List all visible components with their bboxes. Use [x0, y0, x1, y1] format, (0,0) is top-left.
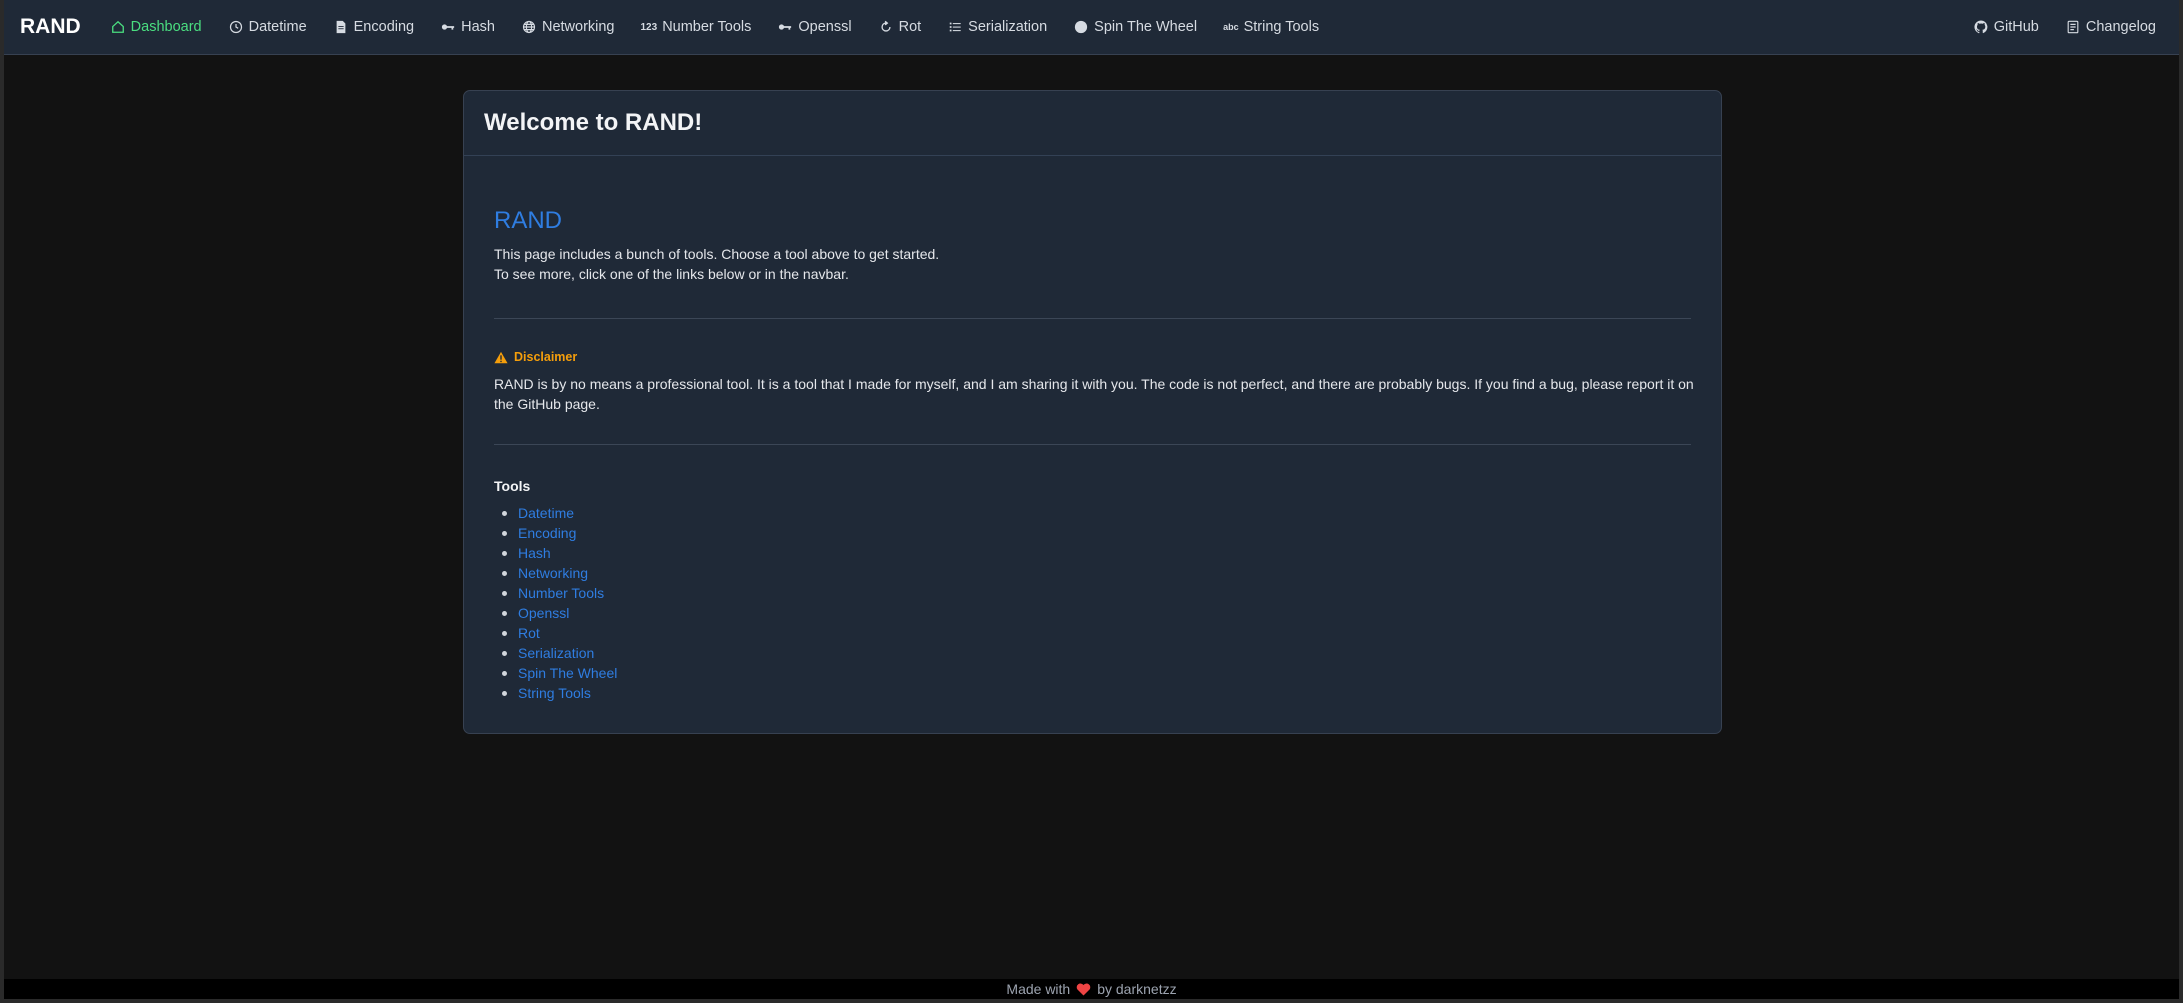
nav-item-hash[interactable]: Hash	[427, 0, 508, 55]
tool-link-serialization[interactable]: Serialization	[518, 645, 594, 661]
home-icon	[110, 19, 126, 35]
bullet	[502, 551, 507, 556]
bullet	[502, 531, 507, 536]
footer-prefix: Made with	[1006, 981, 1071, 997]
list-item: Serialization	[494, 643, 1691, 663]
list-icon	[947, 19, 963, 35]
nav-item-label: Serialization	[968, 19, 1048, 35]
tool-link-number-tools[interactable]: Number Tools	[518, 585, 604, 601]
brand-logo[interactable]: RAND	[20, 15, 81, 39]
nav-item-label: String Tools	[1243, 19, 1320, 35]
list-item: String Tools	[494, 683, 1691, 703]
tool-link-openssl[interactable]: Openssl	[518, 605, 569, 621]
tool-link-hash[interactable]: Hash	[518, 545, 551, 561]
nav-right: GitHub Changelog	[1960, 0, 2169, 55]
nav-item-label: Changelog	[2085, 19, 2156, 35]
nav-item-rot[interactable]: Rot	[865, 0, 935, 55]
tools-heading: Tools	[494, 478, 531, 494]
globe-icon	[521, 19, 537, 35]
nav-item-spin-the-wheel[interactable]: Spin The Wheel	[1060, 0, 1210, 55]
tool-link-rot[interactable]: Rot	[518, 625, 540, 641]
nav-item-label: Openssl	[798, 19, 852, 35]
welcome-card: Welcome to RAND! RAND This page includes…	[463, 90, 1722, 734]
github-icon	[1973, 19, 1989, 35]
footer: Made with by darknetzz	[4, 979, 2179, 999]
tool-link-networking[interactable]: Networking	[518, 565, 588, 581]
divider	[494, 444, 1691, 445]
clock-icon	[228, 19, 244, 35]
disclaimer-text: RAND is by no means a professional tool.…	[494, 376, 1694, 412]
bullet	[502, 651, 507, 656]
list-item: Datetime	[494, 503, 1691, 523]
navbar: RAND Dashboard Datetime Encoding Hash Ne…	[4, 0, 2179, 55]
nav-item-label: Networking	[541, 19, 615, 35]
nav-item-label: Number Tools	[662, 19, 752, 35]
nav-item-serialization[interactable]: Serialization	[934, 0, 1060, 55]
nav-item-label: GitHub	[1993, 19, 2039, 35]
warning-icon	[494, 351, 508, 363]
list-item: Number Tools	[494, 583, 1691, 603]
changelog-icon	[2065, 19, 2081, 35]
nav-item-changelog[interactable]: Changelog	[2052, 0, 2169, 55]
rotate-icon	[878, 19, 894, 35]
footer-suffix: by darknetzz	[1097, 981, 1177, 997]
disclaimer-heading: Disclaimer	[494, 350, 1691, 364]
nav-item-label: Rot	[898, 19, 922, 35]
heart-icon	[1076, 981, 1091, 998]
tools-list: Datetime Encoding Hash Networking Number…	[494, 503, 1691, 703]
nav-left: Dashboard Datetime Encoding Hash Network…	[97, 0, 1332, 55]
bullet	[502, 611, 507, 616]
nav-item-github[interactable]: GitHub	[1960, 0, 2052, 55]
bullet	[502, 591, 507, 596]
abc-icon: abc	[1223, 22, 1239, 32]
nav-item-label: Datetime	[248, 19, 307, 35]
rand-heading: RAND	[494, 207, 563, 234]
intro-line-2: To see more, click one of the links belo…	[494, 266, 849, 282]
disclaimer-title: Disclaimer	[514, 350, 578, 364]
list-item: Hash	[494, 543, 1691, 563]
file-icon	[333, 19, 349, 35]
list-item: Networking	[494, 563, 1691, 583]
divider	[494, 318, 1691, 319]
nav-item-openssl[interactable]: Openssl	[764, 0, 864, 55]
list-item: Encoding	[494, 523, 1691, 543]
bullet	[502, 691, 507, 696]
tool-link-spin-the-wheel[interactable]: Spin The Wheel	[518, 665, 617, 681]
nav-item-label: Spin The Wheel	[1094, 19, 1198, 35]
bullet	[502, 631, 507, 636]
nav-item-dashboard[interactable]: Dashboard	[97, 0, 215, 55]
tool-link-encoding[interactable]: Encoding	[518, 525, 576, 541]
bullet	[502, 671, 507, 676]
nav-item-number-tools[interactable]: 123 Number Tools	[628, 0, 765, 55]
tool-link-datetime[interactable]: Datetime	[518, 505, 574, 521]
intro-text: This page includes a bunch of tools. Cho…	[494, 244, 1691, 284]
card-header: Welcome to RAND!	[464, 91, 1721, 156]
key-icon	[440, 19, 456, 35]
nav-item-label: Dashboard	[130, 19, 202, 35]
nav-item-encoding[interactable]: Encoding	[320, 0, 427, 55]
nav-item-string-tools[interactable]: abc String Tools	[1210, 0, 1332, 55]
nav-item-datetime[interactable]: Datetime	[215, 0, 320, 55]
list-item: Spin The Wheel	[494, 663, 1691, 683]
key-icon	[777, 19, 793, 35]
nav-item-label: Encoding	[353, 19, 415, 35]
intro-line-1: This page includes a bunch of tools. Cho…	[494, 246, 940, 262]
list-item: Openssl	[494, 603, 1691, 623]
circle-icon	[1073, 19, 1089, 35]
nav-item-networking[interactable]: Networking	[508, 0, 628, 55]
bullet	[502, 571, 507, 576]
tool-link-string-tools[interactable]: String Tools	[518, 685, 591, 701]
bullet	[502, 511, 507, 516]
card-body: RAND This page includes a bunch of tools…	[464, 207, 1721, 703]
numbers-icon: 123	[640, 21, 658, 33]
page-title: Welcome to RAND!	[484, 109, 703, 136]
nav-item-label: Hash	[461, 19, 495, 35]
list-item: Rot	[494, 623, 1691, 643]
